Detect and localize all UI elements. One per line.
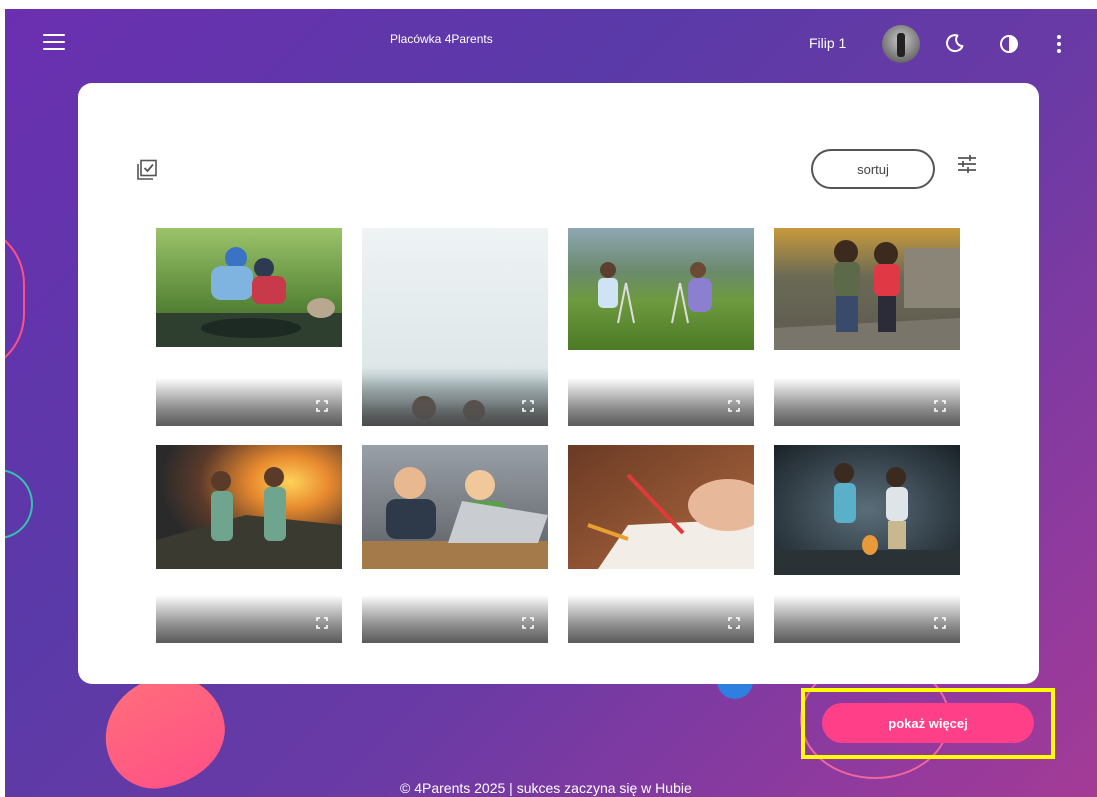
fullscreen-expand-icon[interactable] xyxy=(316,617,328,629)
user-name[interactable]: Filip 1 xyxy=(809,35,846,51)
photo-tile-children-by-water[interactable] xyxy=(156,228,342,426)
photo-caption-bar xyxy=(156,378,342,426)
top-strip xyxy=(0,0,1097,9)
photo-caption-bar xyxy=(156,595,342,643)
decorative-line-teal xyxy=(5,469,33,539)
moon-icon[interactable] xyxy=(945,33,965,53)
photo-caption-bar xyxy=(774,595,960,643)
decorative-line-red xyxy=(5,224,25,374)
photo-caption-bar xyxy=(568,378,754,426)
page-title: Placówka 4Parents xyxy=(390,32,493,46)
photo-caption-bar xyxy=(362,595,548,643)
fullscreen-expand-icon[interactable] xyxy=(316,400,328,412)
photo[interactable] xyxy=(774,228,960,350)
photo-tile-children-at-sunset[interactable] xyxy=(156,445,342,643)
decorative-blob-pink xyxy=(97,669,233,795)
fullscreen-expand-icon[interactable] xyxy=(934,617,946,629)
header: Placówka 4Parents Filip 1 xyxy=(5,9,1097,79)
fullscreen-expand-icon[interactable] xyxy=(728,617,740,629)
more-options-icon[interactable] xyxy=(1057,35,1061,53)
multi-select-icon[interactable] xyxy=(136,159,158,181)
footer: © 4Parents 2025 | sukces zaczyna się w H… xyxy=(400,780,692,796)
photo[interactable] xyxy=(362,445,548,569)
avatar[interactable] xyxy=(882,25,920,63)
photo-tile-child-drawing[interactable] xyxy=(568,445,754,643)
fullscreen-expand-icon[interactable] xyxy=(728,400,740,412)
photo[interactable] xyxy=(156,445,342,569)
photo-tile-children-with-laptop[interactable] xyxy=(362,445,548,643)
photo[interactable] xyxy=(568,445,754,569)
fullscreen-expand-icon[interactable] xyxy=(522,400,534,412)
photo[interactable] xyxy=(568,228,754,350)
show-more-button[interactable]: pokaż więcej xyxy=(822,703,1034,743)
hamburger-menu-icon[interactable] xyxy=(43,34,65,50)
photo-tile-children-with-cameras[interactable] xyxy=(568,228,754,426)
photo-caption-bar xyxy=(774,378,960,426)
photo-caption-bar xyxy=(362,378,548,426)
photo-caption-bar xyxy=(568,595,754,643)
fullscreen-expand-icon[interactable] xyxy=(522,617,534,629)
photo-tile-children-in-dark-forest[interactable] xyxy=(774,445,960,643)
filter-sliders-icon[interactable] xyxy=(956,153,978,175)
photo-tile-children-on-street[interactable] xyxy=(774,228,960,426)
gallery-card: sortuj xyxy=(78,83,1039,684)
photo-tile-children-fog-landscape[interactable] xyxy=(362,228,548,426)
photo[interactable] xyxy=(156,228,342,347)
photo[interactable] xyxy=(774,445,960,575)
fullscreen-expand-icon[interactable] xyxy=(934,400,946,412)
sort-button[interactable]: sortuj xyxy=(811,149,935,189)
app-background: Placówka 4Parents Filip 1 sortuj pokaż w… xyxy=(5,9,1097,797)
contrast-icon[interactable] xyxy=(1000,35,1018,53)
